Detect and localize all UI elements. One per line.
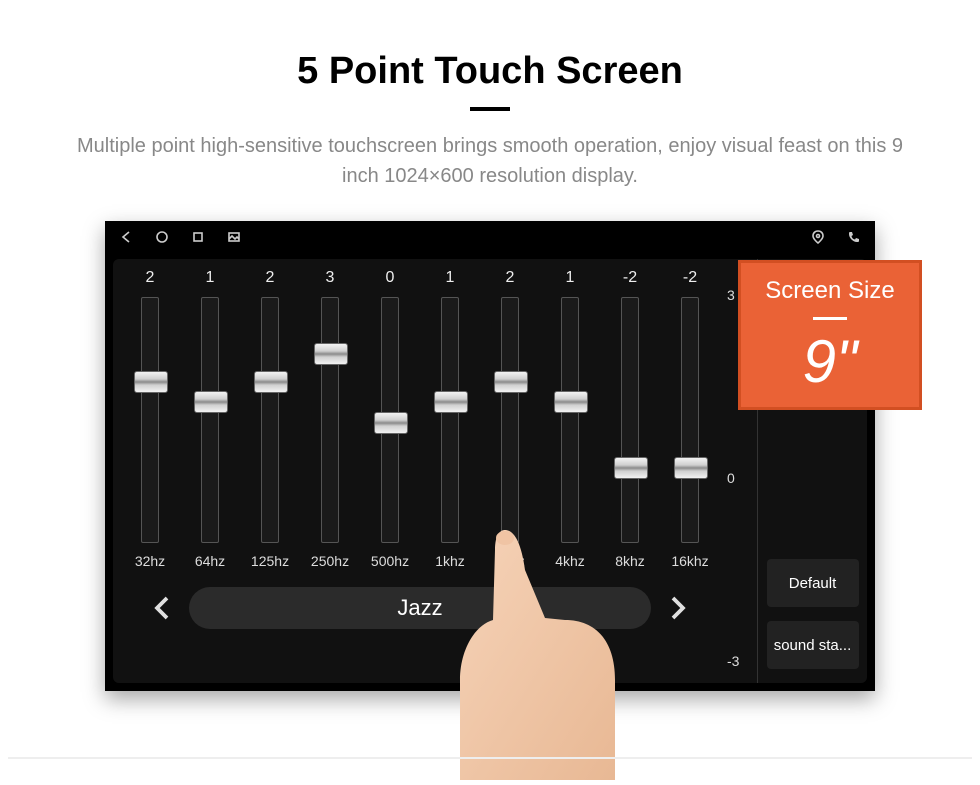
eq-slider[interactable] [321,297,339,543]
title-underline [470,107,510,111]
eq-band-value: 2 [266,269,275,291]
eq-band-freq-label: 125hz [251,553,289,569]
eq-band-value: 0 [386,269,395,291]
eq-band-value: 3 [326,269,335,291]
eq-band-16khz: -2 16khz [665,269,715,569]
scale-mid: 0 [727,470,757,486]
eq-band-125hz: 2 125hz [245,269,295,569]
home-icon[interactable] [155,230,169,244]
recents-icon[interactable] [191,230,205,244]
eq-slider-thumb[interactable] [434,391,468,413]
eq-slider-thumb[interactable] [134,371,168,393]
eq-band-freq-label: 500hz [371,553,409,569]
equalizer-area: 2 32hz 1 64hz 2 125hz 3 250hz 0 500hz 1 1khz 2 2khz 1 4… [113,259,727,683]
sound-stage-button[interactable]: sound sta... [767,621,859,669]
eq-band-freq-label: 8khz [615,553,645,569]
eq-band-64hz: 1 64hz [185,269,235,569]
preset-next-button[interactable] [663,593,693,623]
eq-band-8khz: -2 8khz [605,269,655,569]
eq-slider-thumb[interactable] [254,371,288,393]
scale-min: -3 [727,653,757,669]
eq-slider[interactable] [621,297,639,543]
badge-label: Screen Size [741,277,919,305]
eq-slider[interactable] [681,297,699,543]
eq-slider-thumb[interactable] [314,343,348,365]
eq-band-value: 1 [566,269,575,291]
eq-band-value: 1 [446,269,455,291]
image-icon[interactable] [227,230,241,244]
eq-band-freq-label: 250hz [311,553,349,569]
eq-band-value: 2 [506,269,515,291]
eq-band-2khz: 2 2khz [485,269,535,569]
eq-band-1khz: 1 1khz [425,269,475,569]
back-icon[interactable] [119,230,133,244]
eq-band-4khz: 1 4khz [545,269,595,569]
eq-slider[interactable] [501,297,519,543]
eq-slider-thumb[interactable] [374,412,408,434]
location-icon[interactable] [811,230,825,244]
system-bar [105,221,875,253]
eq-slider-thumb[interactable] [614,457,648,479]
eq-slider[interactable] [381,297,399,543]
eq-band-value: 1 [206,269,215,291]
eq-band-value: -2 [683,269,697,291]
page-subtitle: Multiple point high-sensitive touchscree… [60,131,920,191]
eq-band-freq-label: 2khz [495,553,525,569]
eq-band-value: 2 [146,269,155,291]
eq-slider-thumb[interactable] [674,457,708,479]
page-title: 5 Point Touch Screen [0,50,980,93]
screen-size-badge: Screen Size 9" [738,260,922,410]
eq-slider[interactable] [261,297,279,543]
eq-slider[interactable] [201,297,219,543]
eq-slider[interactable] [561,297,579,543]
eq-band-freq-label: 64hz [195,553,225,569]
eq-band-value: -2 [623,269,637,291]
default-button[interactable]: Default [767,559,859,607]
eq-band-freq-label: 4khz [555,553,585,569]
preset-row: Jazz [125,569,715,647]
eq-band-250hz: 3 250hz [305,269,355,569]
phone-icon[interactable] [847,230,861,244]
eq-slider-thumb[interactable] [554,391,588,413]
eq-band-500hz: 0 500hz [365,269,415,569]
eq-band-freq-label: 16khz [671,553,708,569]
footer-divider [8,757,972,759]
eq-slider[interactable] [441,297,459,543]
eq-slider-thumb[interactable] [494,371,528,393]
eq-band-freq-label: 1khz [435,553,465,569]
eq-slider[interactable] [141,297,159,543]
badge-underline [813,317,847,320]
eq-sliders: 2 32hz 1 64hz 2 125hz 3 250hz 0 500hz 1 1khz 2 2khz 1 4… [125,269,715,569]
preset-display[interactable]: Jazz [189,587,651,629]
eq-slider-thumb[interactable] [194,391,228,413]
eq-band-freq-label: 32hz [135,553,165,569]
badge-value: 9" [741,332,919,392]
eq-band-32hz: 2 32hz [125,269,175,569]
preset-prev-button[interactable] [147,593,177,623]
